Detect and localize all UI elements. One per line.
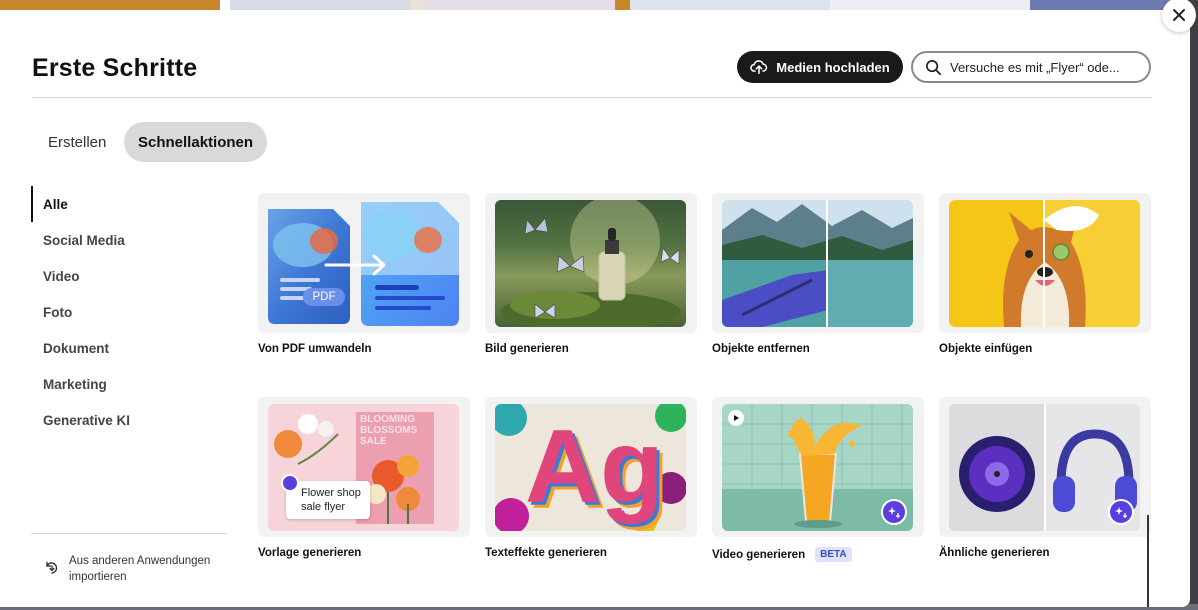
category-sidebar: Alle Social Media Video Foto Dokument Ma… <box>31 186 227 438</box>
upload-media-label: Medien hochladen <box>776 59 890 75</box>
getting-started-dialog: Erste Schritte Medien hochladen Versuche… <box>0 0 1196 607</box>
card-label: Ähnliche generieren <box>939 547 1050 559</box>
generated-image-preview <box>495 200 686 327</box>
card-generate-text-effects[interactable]: Ag Texteffekte generieren <box>485 397 697 559</box>
tab-create[interactable]: Erstellen <box>33 122 121 162</box>
pdf-convert-illustration <box>268 202 459 326</box>
video-preview <box>722 404 913 531</box>
card-thumbnail: PDF <box>258 193 470 333</box>
card-generate-image[interactable]: Bild generieren <box>485 193 697 355</box>
card-label: Texteffekte generieren <box>485 547 607 559</box>
card-thumbnail <box>485 193 697 333</box>
card-convert-pdf[interactable]: PDF Von PDF umwandeln <box>258 193 470 355</box>
insert-objects-preview <box>949 200 1140 327</box>
sidebar-item-social-media[interactable]: Social Media <box>31 222 227 258</box>
card-thumbnail: Ag <box>485 397 697 537</box>
card-generate-similar[interactable]: Ähnliche generieren <box>939 397 1151 559</box>
lake-kayak-art <box>722 200 913 327</box>
import-from-apps-link[interactable]: Aus anderen Anwendungen importieren <box>44 553 210 585</box>
pdf-badge: PDF <box>312 291 336 303</box>
text-effect-letters: Ag <box>525 409 664 525</box>
overlay-line-1: Flower shop <box>301 487 361 499</box>
card-generate-video[interactable]: Video generieren BETA <box>712 397 924 562</box>
sidebar-item-video[interactable]: Video <box>31 258 227 294</box>
import-label-line2: importieren <box>69 571 127 583</box>
upload-media-button[interactable]: Medien hochladen <box>737 51 903 83</box>
card-label: Video generieren <box>712 548 806 561</box>
card-label: Bild generieren <box>485 343 569 355</box>
card-generate-template[interactable]: BLOOMING BLOSSOMS SALE Flower shop sale … <box>258 397 470 559</box>
sidebar-item-generative-ai[interactable]: Generative KI <box>31 402 227 438</box>
text-effect-preview: Ag <box>495 404 686 531</box>
background-strip <box>0 0 1198 10</box>
search-icon <box>926 59 942 75</box>
scrollbar[interactable] <box>1147 515 1149 607</box>
dog-cucumber-art <box>949 200 1140 327</box>
card-label: Objekte einfügen <box>939 343 1033 355</box>
sidebar-item-marketing[interactable]: Marketing <box>31 366 227 402</box>
play-icon <box>734 415 739 421</box>
overlay-line-2: sale flyer <box>301 501 346 513</box>
import-label-line1: Aus anderen Anwendungen <box>69 555 211 567</box>
sidebar-item-photo[interactable]: Foto <box>31 294 227 330</box>
search-input[interactable]: Versuche es mit „Flyer“ ode... <box>911 51 1151 83</box>
card-thumbnail: BLOOMING BLOSSOMS SALE Flower shop sale … <box>258 397 470 537</box>
play-button[interactable] <box>728 410 744 426</box>
search-placeholder: Versuche es mit „Flyer“ ode... <box>950 59 1120 75</box>
card-thumbnail <box>939 397 1151 537</box>
card-label: Von PDF umwandeln <box>258 343 372 355</box>
import-icon <box>46 561 58 574</box>
bottle-butterfly-art <box>495 200 686 327</box>
ai-sparkle-icon <box>281 474 299 492</box>
card-insert-objects[interactable]: Objekte einfügen <box>939 193 1151 355</box>
dialog-title: Erste Schritte <box>32 54 198 82</box>
ai-sparkle-icon <box>881 499 907 525</box>
card-thumbnail <box>712 193 924 333</box>
ai-sparkle-icon <box>1108 499 1134 525</box>
card-remove-objects[interactable]: Objekte entfernen <box>712 193 924 355</box>
cloud-upload-icon <box>750 60 768 75</box>
card-thumbnail <box>939 193 1151 333</box>
card-thumbnail <box>712 397 924 537</box>
tab-quick-actions[interactable]: Schnellaktionen <box>124 122 268 162</box>
sidebar-item-all[interactable]: Alle <box>31 186 227 222</box>
template-prompt-overlay: Flower shop sale flyer <box>286 481 370 519</box>
card-label: Vorlage generieren <box>258 547 362 559</box>
remove-objects-preview <box>722 200 913 327</box>
header-divider <box>32 97 1152 98</box>
card-label: Objekte entfernen <box>712 343 810 355</box>
similar-preview <box>949 404 1140 531</box>
beta-badge: BETA <box>815 547 852 562</box>
template-preview: BLOOMING BLOSSOMS SALE Flower shop sale … <box>268 404 459 531</box>
poster-text: BLOOMING BLOSSOMS SALE <box>360 414 418 447</box>
sidebar-item-document[interactable]: Dokument <box>31 330 227 366</box>
sidebar-divider <box>31 533 227 534</box>
close-icon <box>1173 9 1185 21</box>
